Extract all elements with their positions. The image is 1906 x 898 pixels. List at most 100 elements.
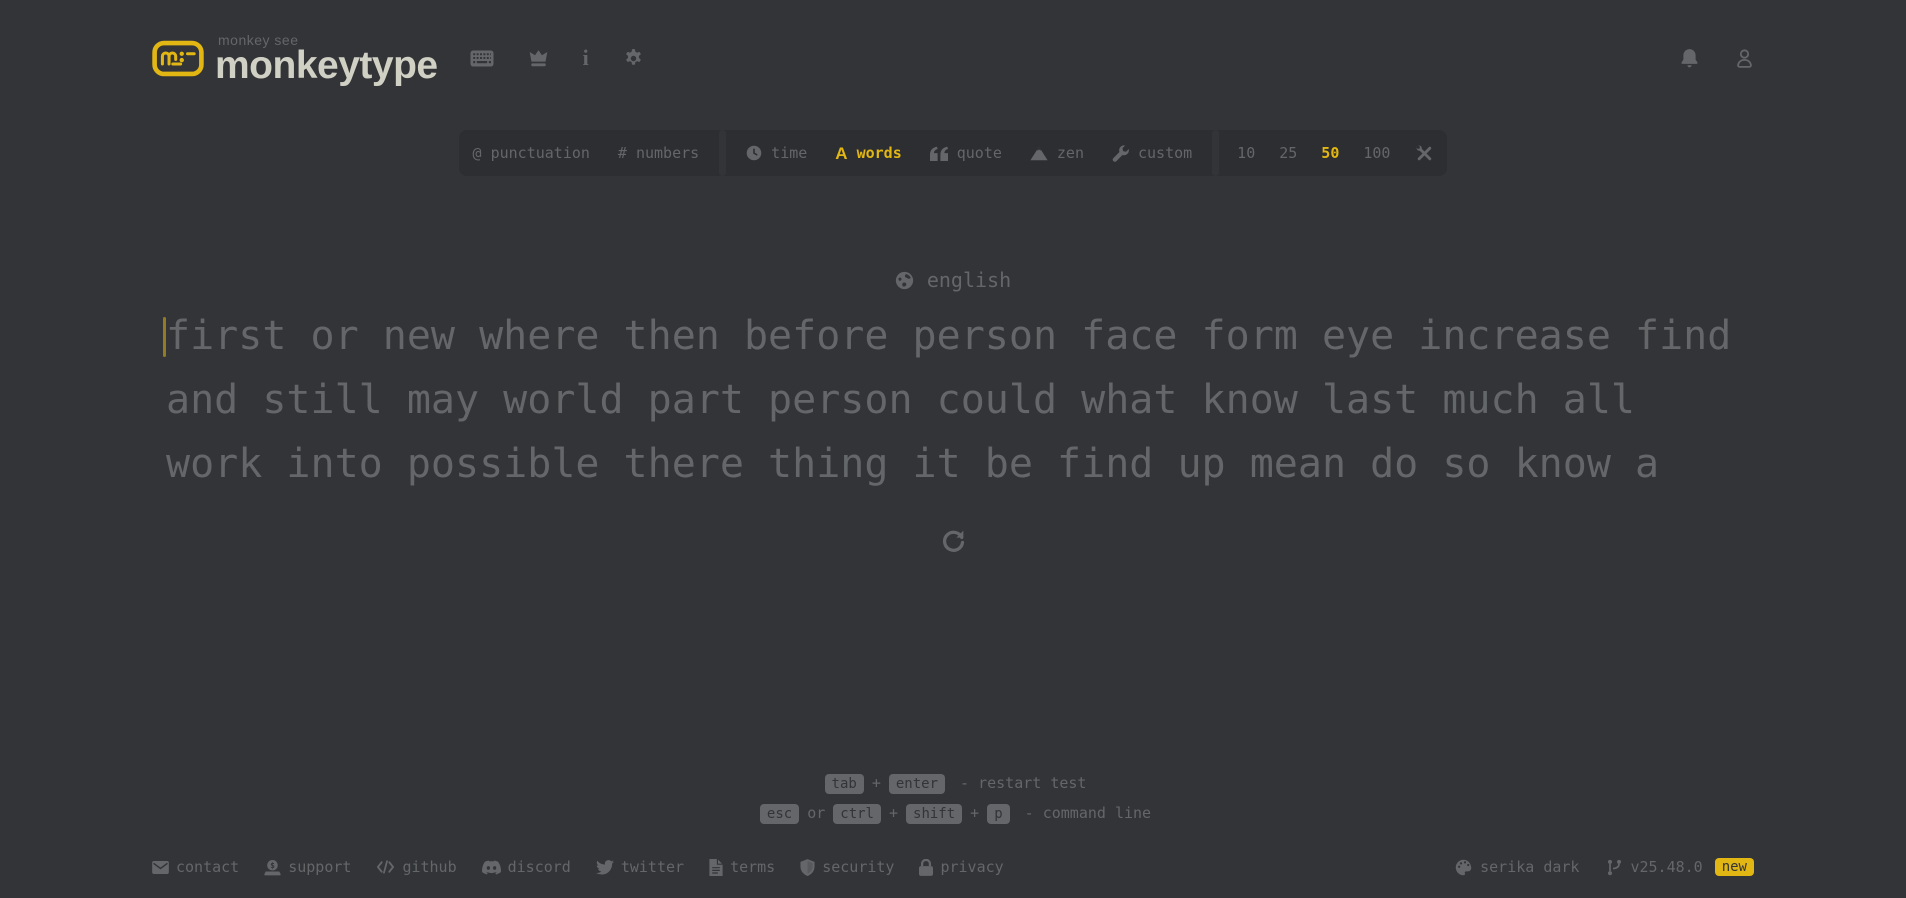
- time-label: time: [771, 144, 808, 162]
- toggle-punctuation-button[interactable]: @ punctuation: [459, 130, 604, 176]
- lock-icon: [919, 858, 934, 876]
- discord-link[interactable]: discord: [481, 858, 571, 876]
- globe-icon: [895, 271, 914, 290]
- version-button[interactable]: v25.48.0 new: [1607, 858, 1754, 876]
- config-divider: [719, 130, 727, 176]
- wrench-icon: [1112, 144, 1129, 162]
- keyboard-icon: [470, 50, 494, 67]
- user-nav: [1680, 48, 1754, 68]
- count-50-label: 50: [1321, 144, 1340, 162]
- caret: [163, 317, 166, 357]
- command-line-hint-text: - command line: [1024, 804, 1152, 822]
- user-icon: [1735, 48, 1754, 68]
- mode-quote-button[interactable]: quote: [916, 130, 1016, 176]
- terms-link[interactable]: terms: [709, 858, 775, 876]
- shortcut-hints: tab + enter - restart test esc or ctrl + shift +…: [152, 768, 1754, 828]
- version-number: v25.48.0: [1630, 858, 1703, 876]
- top-nav: monkey see monkeytype i: [152, 30, 1754, 86]
- notifications-button[interactable]: [1680, 48, 1699, 68]
- footer: contact $ support github discord twitter…: [152, 858, 1754, 876]
- esc-key: esc: [759, 804, 800, 824]
- logo-title: monkeytype: [215, 44, 438, 87]
- test-config-bar: @ punctuation # numbers time A words quo…: [458, 130, 1448, 176]
- config-divider: [1212, 130, 1220, 176]
- mode-time-button[interactable]: time: [732, 130, 821, 176]
- mode-zen-button[interactable]: zen: [1016, 130, 1098, 176]
- github-link[interactable]: github: [376, 858, 457, 876]
- tools-icon: [1416, 145, 1433, 162]
- twitter-link[interactable]: twitter: [595, 858, 684, 876]
- svg-text:$: $: [270, 860, 275, 869]
- account-button[interactable]: [1735, 48, 1754, 68]
- count-10-button[interactable]: 10: [1225, 130, 1267, 176]
- palette-icon: [1455, 859, 1472, 876]
- count-50-button[interactable]: 50: [1309, 130, 1351, 176]
- command-line-hint: esc or ctrl + shift + p - command line: [152, 798, 1754, 828]
- monkeytype-app: monkey see monkeytype i @ punctuation # …: [0, 0, 1906, 898]
- code-branch-icon: [1607, 859, 1622, 876]
- about-button[interactable]: i: [583, 47, 589, 69]
- quote-icon: [929, 146, 948, 161]
- at-icon: @: [472, 144, 482, 162]
- count-10-label: 10: [1237, 144, 1256, 162]
- code-icon: [376, 860, 395, 874]
- words-area: first or new where then before person fa…: [152, 304, 1754, 496]
- custom-amount-button[interactable]: [1402, 130, 1447, 176]
- monkeytype-logo-icon: [152, 40, 204, 76]
- shield-icon: [800, 858, 815, 876]
- restart-test-button[interactable]: [919, 522, 988, 559]
- quote-label: quote: [956, 144, 1002, 162]
- mail-icon: [152, 860, 169, 874]
- start-test-button[interactable]: [470, 50, 494, 67]
- toggle-numbers-button[interactable]: # numbers: [604, 130, 713, 176]
- main-nav: i: [470, 47, 644, 69]
- mode-words-button[interactable]: A words: [821, 130, 915, 176]
- word-line: and still may world part person could wh…: [166, 377, 1636, 423]
- custom-label: custom: [1137, 144, 1193, 162]
- support-link[interactable]: $ support: [264, 858, 351, 876]
- logo-home-link[interactable]: monkey see monkeytype: [152, 32, 438, 87]
- test-config-row: @ punctuation # numbers time A words quo…: [152, 130, 1754, 176]
- gear-icon: [623, 48, 644, 69]
- count-100-label: 100: [1363, 144, 1391, 162]
- p-key: p: [987, 804, 1010, 824]
- new-version-badge: new: [1714, 858, 1754, 876]
- mountain-icon: [1030, 146, 1048, 161]
- twitter-icon: [595, 859, 614, 875]
- file-icon: [709, 858, 723, 876]
- theme-button[interactable]: serika dark: [1455, 858, 1579, 876]
- clock-icon: [746, 145, 762, 161]
- zen-label: zen: [1056, 144, 1084, 162]
- restart-hint-text: - restart test: [960, 774, 1087, 792]
- shift-key: shift: [906, 804, 963, 824]
- privacy-link[interactable]: privacy: [919, 858, 1004, 876]
- hash-icon: #: [617, 144, 627, 162]
- theme-name: serika dark: [1480, 858, 1580, 876]
- tab-key: tab: [824, 774, 864, 794]
- count-100-button[interactable]: 100: [1351, 130, 1402, 176]
- footer-right: serika dark v25.48.0 new: [1455, 858, 1754, 876]
- language-selector[interactable]: english: [152, 268, 1754, 292]
- ctrl-key: ctrl: [833, 804, 881, 824]
- count-25-button[interactable]: 25: [1267, 130, 1309, 176]
- language-label: english: [926, 268, 1012, 292]
- discord-icon: [481, 859, 501, 875]
- numbers-label: numbers: [635, 144, 700, 162]
- word-line: work into possible there thing it be fin…: [166, 441, 1660, 487]
- enter-key: enter: [888, 774, 946, 794]
- typing-test: english first or new where then before p…: [152, 176, 1754, 559]
- count-25-label: 25: [1279, 144, 1298, 162]
- mode-custom-button[interactable]: custom: [1098, 130, 1206, 176]
- crown-icon: [528, 49, 549, 67]
- word-line: first or new where then before person fa…: [166, 313, 1732, 359]
- restart-hint: tab + enter - restart test: [152, 768, 1754, 798]
- words-label: words: [856, 144, 902, 162]
- rotate-icon: [941, 528, 966, 553]
- leaderboards-button[interactable]: [528, 49, 549, 67]
- security-link[interactable]: security: [800, 858, 894, 876]
- contact-link[interactable]: contact: [152, 858, 239, 876]
- settings-button[interactable]: [623, 48, 644, 69]
- bell-icon: [1680, 48, 1699, 68]
- punctuation-label: punctuation: [490, 144, 590, 162]
